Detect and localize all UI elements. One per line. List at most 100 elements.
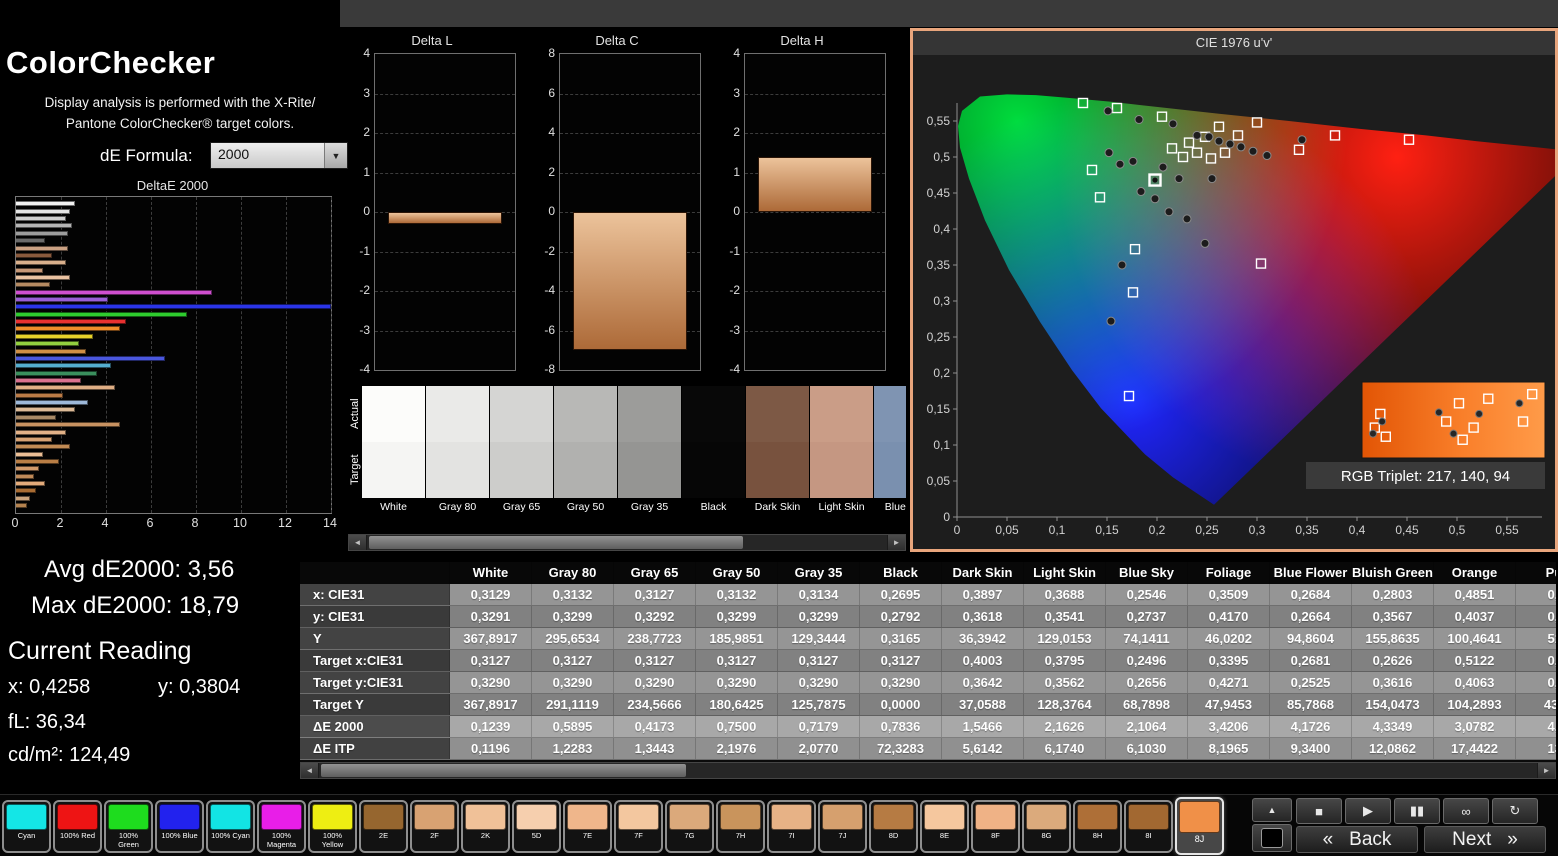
patch-button-100-blue[interactable]: 100% Blue <box>155 800 204 853</box>
measurement-marker <box>1207 174 1217 184</box>
scroll-left-icon[interactable]: ◄ <box>349 535 367 550</box>
cell: 0,2546 <box>1106 584 1188 605</box>
deltae-bar <box>16 473 34 479</box>
target-swatch <box>490 442 553 498</box>
x-tick-label: 0,55 <box>1495 523 1519 537</box>
stop-button[interactable]: ■ <box>1296 798 1342 824</box>
loop-button[interactable]: ∞ <box>1443 798 1489 824</box>
black-patch-icon <box>1261 828 1283 848</box>
swatch-column: Gray 50 <box>554 386 617 517</box>
patch-button-8e[interactable]: 8E <box>920 800 969 853</box>
column-header: Gray 80 <box>532 562 614 584</box>
y-tick-label: -4 <box>544 283 555 297</box>
deltae-bar <box>16 319 127 325</box>
actual-swatch <box>810 386 873 442</box>
swatch-name: White <box>380 501 407 513</box>
next-button[interactable]: Next » <box>1424 826 1546 853</box>
refresh-button[interactable]: ↻ <box>1492 798 1538 824</box>
scroll-up-button[interactable]: ▲ <box>1252 798 1292 822</box>
rgb-triplet-label: RGB Triplet: 217, 140, 94 <box>1341 468 1510 485</box>
measurement-marker <box>1192 130 1202 140</box>
swatch-scroll-thumb[interactable] <box>369 536 744 549</box>
scroll-left-icon[interactable]: ◄ <box>301 763 319 778</box>
x-tick-label: 0,2 <box>1149 523 1166 537</box>
patch-button-2f[interactable]: 2F <box>410 800 459 853</box>
swatch-scroll-track[interactable] <box>367 535 887 550</box>
patch-color-swatch <box>1026 804 1067 830</box>
deltae-bar <box>16 363 111 369</box>
cell: 0,3127 <box>614 584 696 605</box>
y-tick-label: -8 <box>544 362 555 376</box>
cell: 36,3942 <box>942 628 1024 649</box>
x-tick-label: 0,1 <box>1049 523 1066 537</box>
x-tick-label: 0,3 <box>1249 523 1266 537</box>
scroll-right-icon[interactable]: ► <box>1537 763 1555 778</box>
patch-button-100-green[interactable]: 100% Green <box>104 800 153 853</box>
patch-button-cyan[interactable]: Cyan <box>2 800 51 853</box>
patch-color-swatch <box>975 804 1016 830</box>
patch-button-8j[interactable]: 8J <box>1175 797 1224 855</box>
patch-button-8i[interactable]: 8I <box>1124 800 1173 853</box>
measurement-marker <box>1134 115 1144 125</box>
column-header: Bluish Green <box>1352 562 1434 584</box>
pause-button[interactable]: ▮▮ <box>1394 798 1440 824</box>
cell: 0,4173 <box>614 716 696 737</box>
deltae-bar <box>16 201 75 207</box>
gridline <box>745 330 885 332</box>
measurement-marker <box>1204 132 1214 142</box>
patch-button-7e[interactable]: 7E <box>563 800 612 853</box>
row-label: y: CIE31 <box>300 606 450 627</box>
patch-button-100-cyan[interactable]: 100% Cyan <box>206 800 255 853</box>
patch-button-7h[interactable]: 7H <box>716 800 765 853</box>
table-corner-cell <box>300 562 450 584</box>
patch-button-7f[interactable]: 7F <box>614 800 663 853</box>
cell: 0,3299 <box>696 606 778 627</box>
patch-button-2k[interactable]: 2K <box>461 800 510 853</box>
black-patch-button[interactable] <box>1252 824 1292 852</box>
scroll-right-icon[interactable]: ► <box>887 535 905 550</box>
cell: 2,1626 <box>1024 716 1106 737</box>
y-tick-label: 0,1 <box>933 438 950 452</box>
swatch-column: Gray 35 <box>618 386 681 517</box>
patch-button-8h[interactable]: 8H <box>1073 800 1122 853</box>
target-swatch <box>746 442 809 498</box>
patch-button-100-yellow[interactable]: 100% Yellow <box>308 800 357 853</box>
patch-button-7g[interactable]: 7G <box>665 800 714 853</box>
target-swatch <box>874 442 906 498</box>
delta-h-chart: Delta H 4 3 2 1 0 -1 -2 -3 -4 <box>718 33 886 376</box>
deltae-bar <box>16 488 37 494</box>
table-scrollbar[interactable]: ◄ ► <box>300 762 1556 779</box>
play-button[interactable]: ▶ <box>1345 798 1391 824</box>
patch-button-8g[interactable]: 8G <box>1022 800 1071 853</box>
patch-button-100-red[interactable]: 100% Red <box>53 800 102 853</box>
patch-button-8d[interactable]: 8D <box>869 800 918 853</box>
patch-button-100-magenta[interactable]: 100% Magenta <box>257 800 306 853</box>
patch-button-7i[interactable]: 7I <box>767 800 816 853</box>
deltae-bar <box>16 400 88 406</box>
cell: 0,3291 <box>450 606 532 627</box>
cell: 1,5466 <box>942 716 1024 737</box>
cell: 0,2626 <box>1352 650 1434 671</box>
patch-button-7j[interactable]: 7J <box>818 800 867 853</box>
actual-swatch <box>618 386 681 442</box>
deltae-bar <box>16 208 70 214</box>
y-tick-label: 0 <box>548 204 555 218</box>
cell: 4,1726 <box>1270 716 1352 737</box>
cell: 46,0202 <box>1188 628 1270 649</box>
swatch-scrollbar[interactable]: ◄ ► <box>348 534 906 551</box>
back-button[interactable]: « Back <box>1296 826 1418 853</box>
column-header: Gray 35 <box>778 562 860 584</box>
x-tick-label: 6 <box>146 516 154 530</box>
target-swatch <box>810 442 873 498</box>
row-label: x: CIE31 <box>300 584 450 605</box>
de-formula-dropdown[interactable]: 2000 ▼ <box>210 142 348 169</box>
patch-button-5d[interactable]: 5D <box>512 800 561 853</box>
patch-button-2e[interactable]: 2E <box>359 800 408 853</box>
patch-label: 100% Red <box>59 831 96 840</box>
swatch-column: Black <box>682 386 745 517</box>
table-scroll-track[interactable] <box>319 763 1537 778</box>
cell: 3,4206 <box>1188 716 1270 737</box>
patch-button-8f[interactable]: 8F <box>971 800 1020 853</box>
table-scroll-thumb[interactable] <box>321 764 687 777</box>
cell: 2,1976 <box>696 738 778 759</box>
